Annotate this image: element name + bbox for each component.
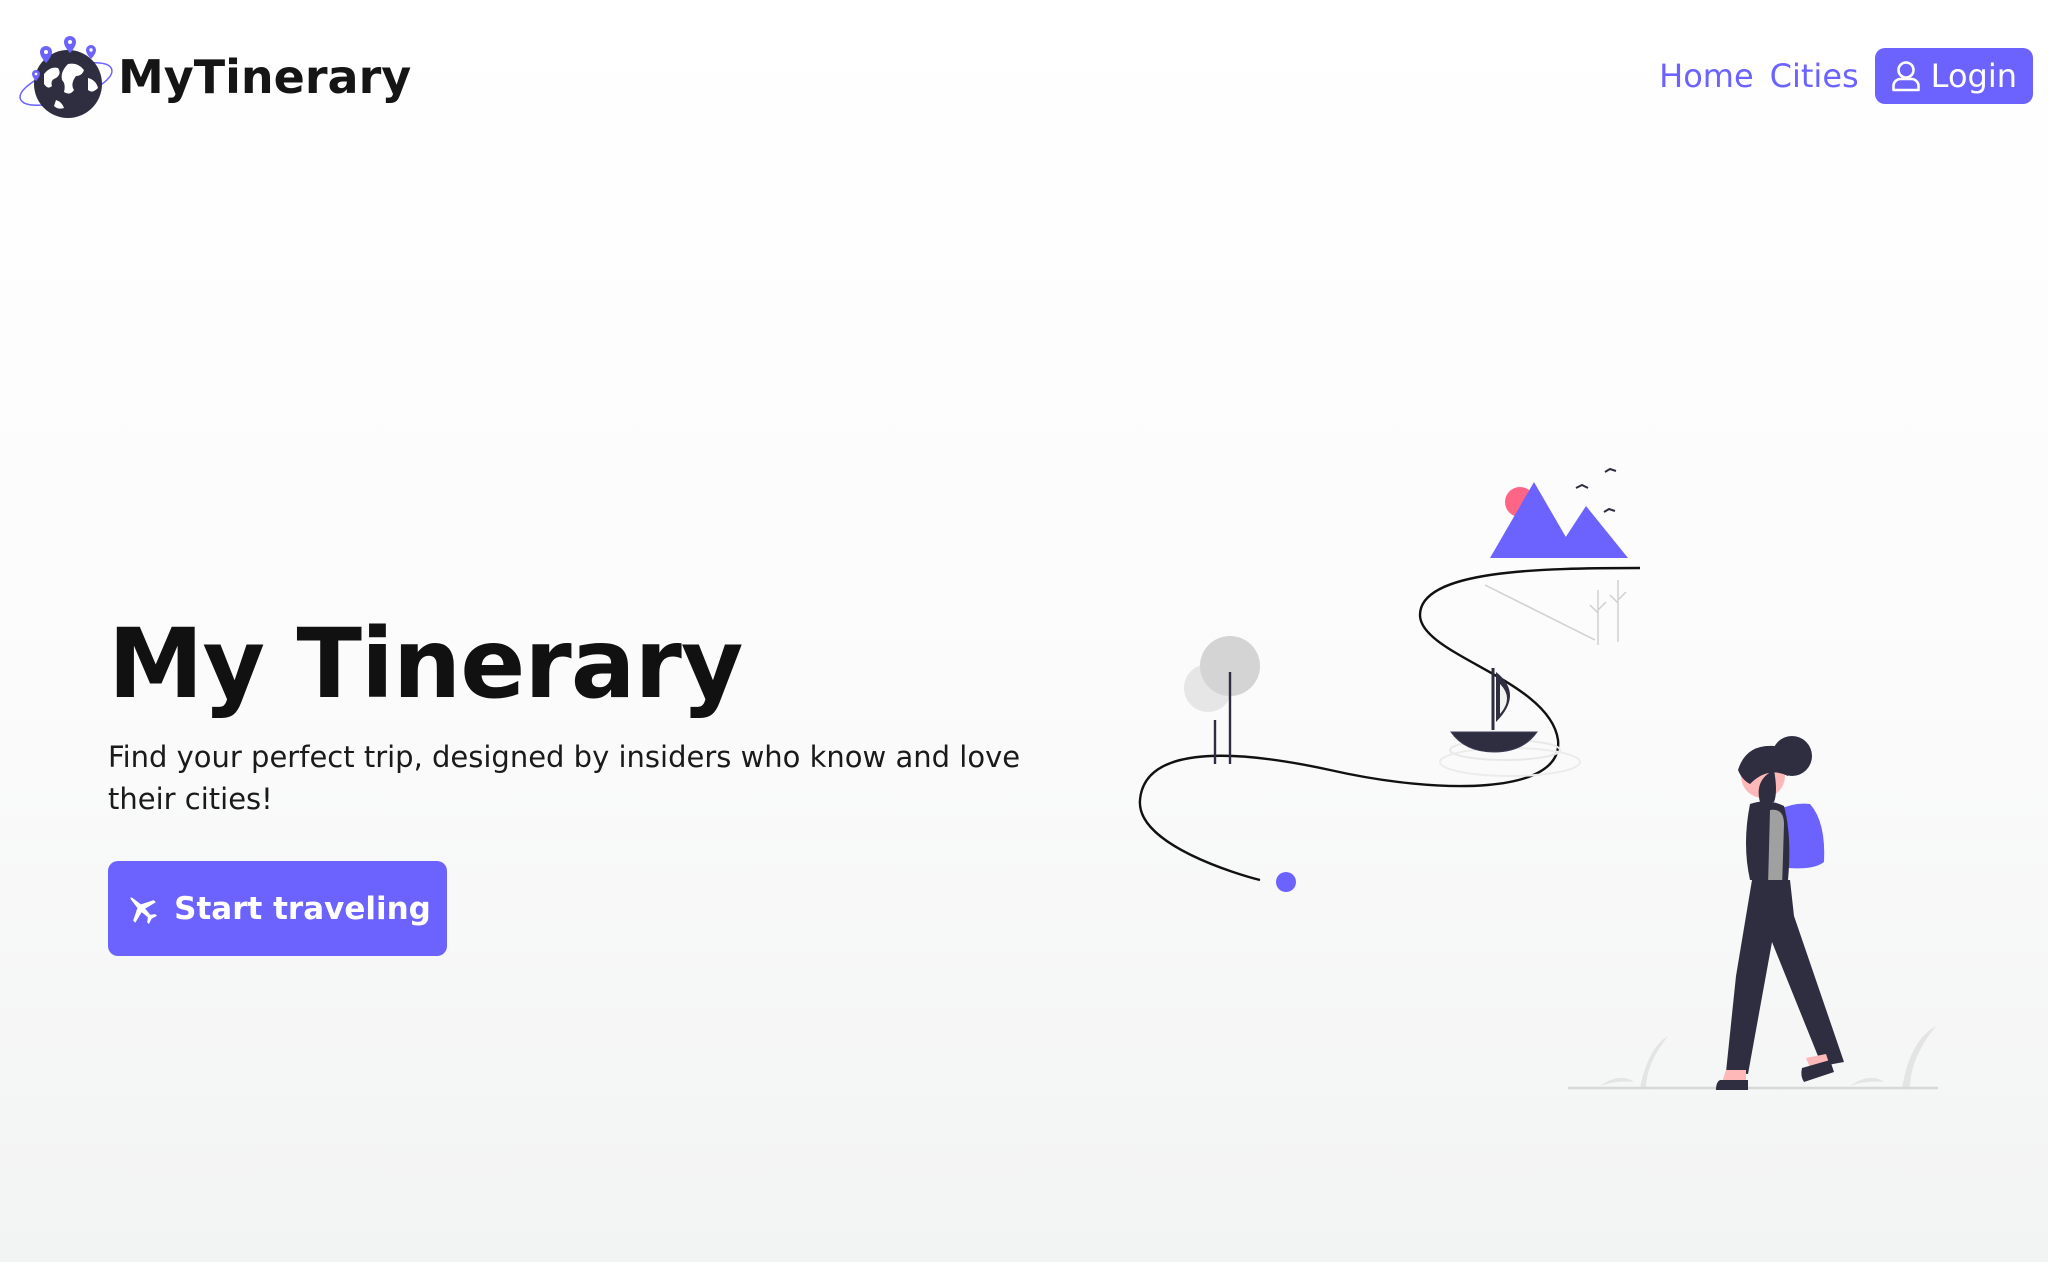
hero-subtitle: Find your perfect trip, designed by insi… [108, 739, 1021, 816]
hero-title: My Tinerary [108, 608, 743, 720]
traveler-woman [1716, 736, 1844, 1090]
distant-trees [1484, 580, 1627, 645]
nav-link-home[interactable]: Home [1659, 57, 1754, 95]
airplane-icon [130, 897, 158, 924]
globe-pins-logo-icon [19, 36, 113, 118]
login-button-label: Login [1930, 56, 2017, 95]
birds [1575, 467, 1617, 513]
traveler-illustration [1138, 467, 1938, 1090]
nav-link-cities[interactable]: Cities [1770, 57, 1859, 95]
path-start-dot [1276, 872, 1296, 892]
start-traveling-label: Start traveling [174, 890, 431, 927]
navbar: MyTinerary Home Cities Login [0, 0, 2048, 160]
login-button[interactable]: Login [1874, 48, 2033, 104]
hero-text: My Tinerary Find your perfect trip, desi… [108, 608, 1088, 820]
grass [1600, 1026, 1936, 1088]
start-traveling-button[interactable]: Start traveling [108, 861, 447, 956]
nav-links: Home Cities Login [1659, 48, 2033, 104]
brand-name: MyTinerary [118, 50, 412, 104]
brand-home-link[interactable]: MyTinerary [16, 34, 411, 120]
user-icon [1891, 60, 1920, 91]
mountain-small [1552, 506, 1628, 558]
